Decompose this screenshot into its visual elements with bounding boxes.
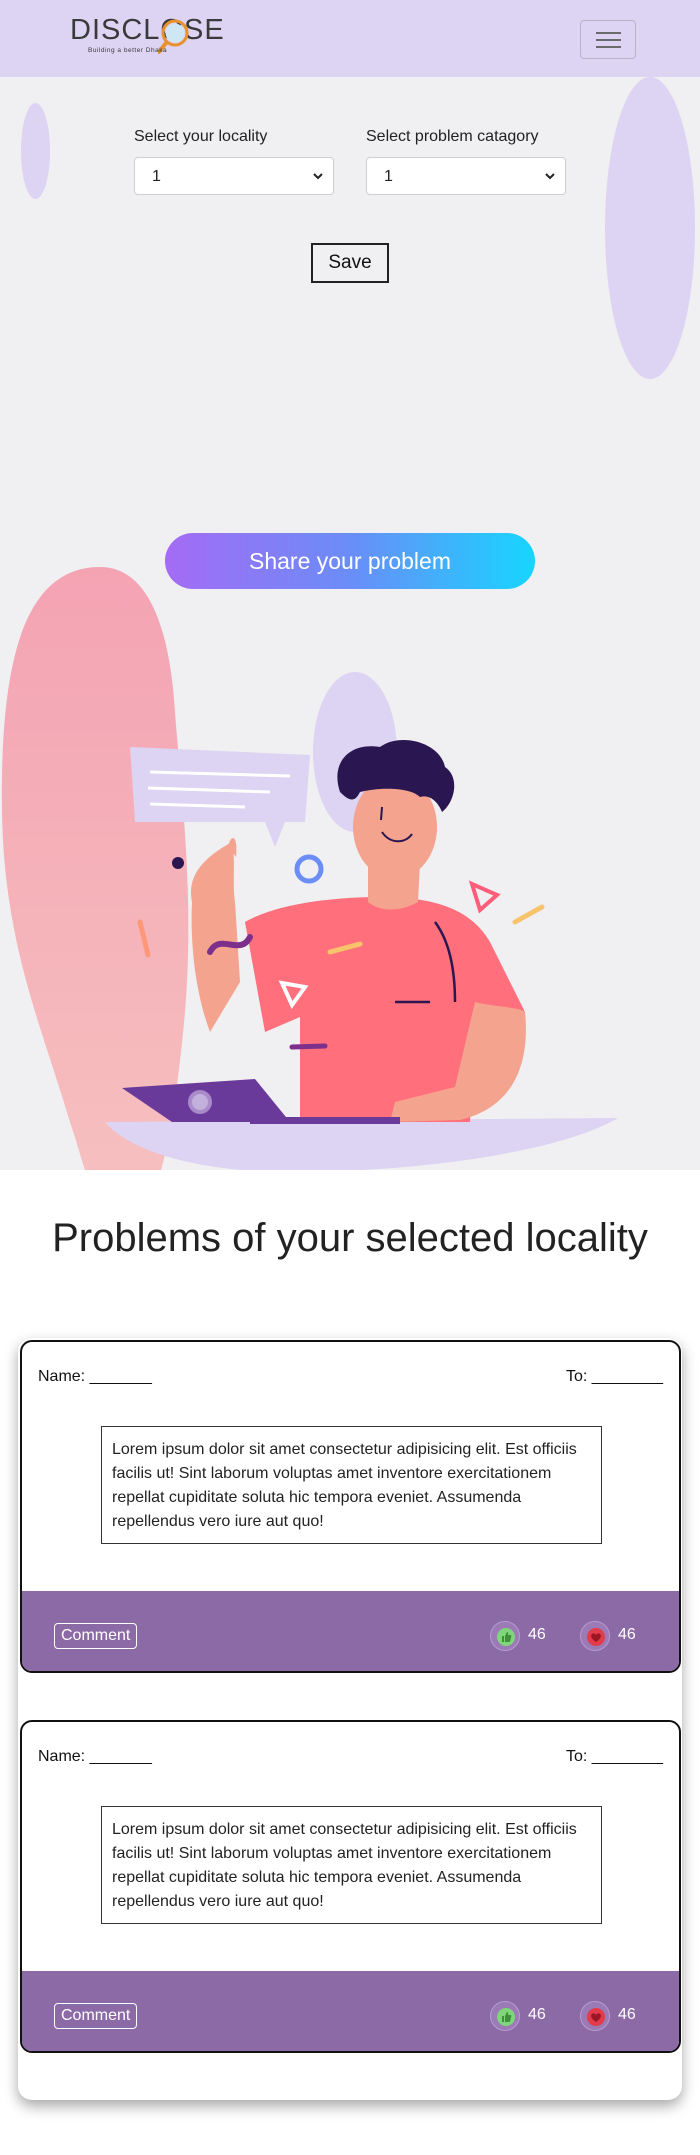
category-selected-value: 1 (384, 168, 393, 185)
card-to-label: To: ________ (566, 1748, 663, 1765)
decor-blob (605, 77, 695, 379)
logo[interactable]: DISCLOSE Building a better Dhaka (70, 14, 224, 60)
card-name-label: Name: _______ (38, 1748, 152, 1765)
heart-icon (587, 1628, 605, 1646)
locality-selected-value: 1 (152, 168, 161, 185)
heart-icon (587, 2008, 605, 2026)
share-problem-button[interactable]: Share your problem (165, 533, 535, 589)
chevron-down-icon (545, 173, 555, 180)
card-problem-text: Lorem ipsum dolor sit amet consectetur a… (101, 1806, 602, 1924)
like-count: 46 (528, 2006, 546, 2023)
chevron-down-icon (313, 173, 323, 180)
card-footer: Comment 46 46 (22, 1591, 679, 1671)
card-problem-text: Lorem ipsum dolor sit amet consectetur a… (101, 1426, 602, 1544)
heart-count: 46 (618, 1626, 636, 1643)
locality-label: Select your locality (134, 128, 268, 145)
desk-shape (105, 1118, 618, 1170)
thumbs-up-icon (497, 1628, 515, 1646)
like-count: 46 (528, 1626, 546, 1643)
menu-toggle-button[interactable] (580, 20, 636, 59)
hero-section: Select your locality 1 Select problem ca… (0, 77, 700, 1170)
problem-card: Name: _______ To: ________ Lorem ipsum d… (20, 1340, 681, 1673)
comment-button[interactable]: Comment (54, 1623, 138, 1649)
hamburger-menu-icon (596, 32, 621, 34)
save-button[interactable]: Save (311, 243, 389, 283)
card-footer: Comment 46 46 (22, 1971, 679, 2051)
pink-blob-shape (1, 567, 189, 1170)
problem-card: Name: _______ To: ________ Lorem ipsum d… (20, 1720, 681, 2053)
locality-select[interactable]: 1 (134, 157, 334, 195)
card-to-label: To: ________ (566, 1368, 663, 1385)
category-select[interactable]: 1 (366, 157, 566, 195)
card-name-label: Name: _______ (38, 1368, 152, 1385)
comment-button[interactable]: Comment (54, 2003, 138, 2029)
thumbs-up-icon (497, 2008, 515, 2026)
navbar: DISCLOSE Building a better Dhaka (0, 0, 700, 77)
logo-text: DISCLOSE (70, 14, 225, 46)
person-with-laptop-illustration (1, 567, 618, 1170)
category-label: Select problem catagory (366, 128, 539, 145)
section-title: Problems of your selected locality (52, 1216, 648, 1260)
logo-tagline: Building a better Dhaka (88, 47, 168, 54)
decor-blob (21, 103, 50, 199)
heart-count: 46 (618, 2006, 636, 2023)
